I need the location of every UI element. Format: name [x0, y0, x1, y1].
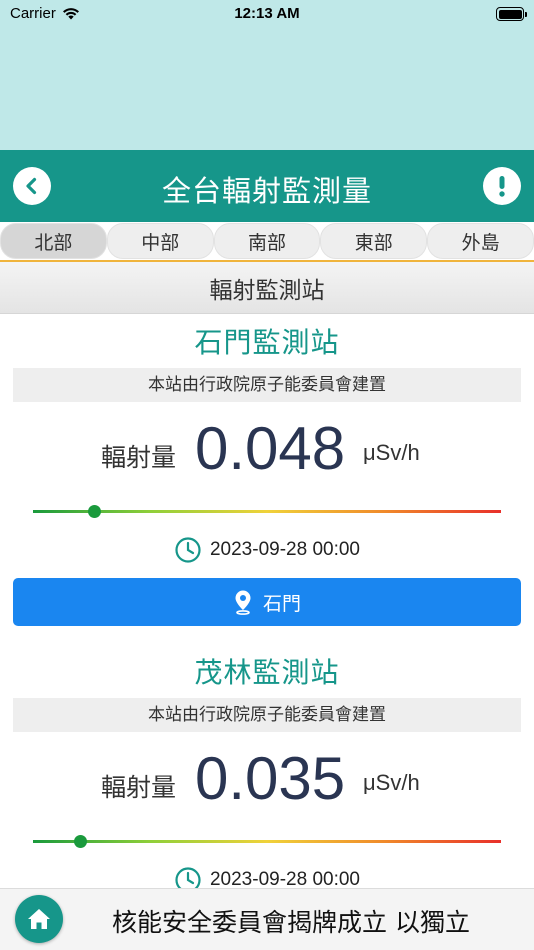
- nav-bar: 全台輻射監測量: [0, 150, 534, 222]
- tab-islands[interactable]: 外島: [427, 223, 534, 259]
- radiation-level-scale: [33, 502, 501, 522]
- station-note: 本站由行政院原子能委員會建置: [13, 368, 521, 402]
- tab-east[interactable]: 東部: [320, 223, 428, 259]
- station-note: 本站由行政院原子能委員會建置: [13, 698, 521, 732]
- tab-north[interactable]: 北部: [0, 223, 107, 259]
- level-indicator: [87, 505, 101, 518]
- radiation-reading: 輻射量 0.048 μSv/h: [13, 402, 521, 502]
- radiation-level-scale: [33, 832, 501, 852]
- radiation-reading: 輻射量 0.035 μSv/h: [13, 732, 521, 832]
- clock-icon: [175, 537, 201, 563]
- scale-gradient-bar: [33, 840, 501, 843]
- station-name: 石門監測站: [194, 326, 340, 359]
- level-indicator: [73, 835, 87, 848]
- reading-value: 0.048: [195, 415, 346, 482]
- tab-central[interactable]: 中部: [106, 223, 214, 259]
- region-tabs: 北部 中部 南部 東部 外島: [0, 222, 534, 260]
- reading-unit: μSv/h: [363, 770, 420, 795]
- info-button[interactable]: [483, 167, 521, 205]
- clock-time: 12:13 AM: [234, 5, 300, 22]
- info-exclamation-icon: [499, 176, 505, 197]
- station-name: 茂林監測站: [194, 656, 340, 689]
- station-card: 石門監測站 本站由行政院原子能委員會建置 輻射量 0.048 μSv/h 202…: [13, 318, 521, 626]
- reading-unit: μSv/h: [363, 440, 420, 465]
- tab-south[interactable]: 南部: [213, 223, 321, 259]
- scale-gradient-bar: [33, 510, 501, 513]
- station-card: 茂林監測站 本站由行政院原子能委員會建置 輻射量 0.035 μSv/h 202…: [13, 648, 521, 908]
- timestamp-text: 2023-09-28 00:00: [209, 539, 360, 560]
- reading-label: 輻射量: [101, 443, 177, 472]
- location-pin-icon: [235, 590, 251, 615]
- home-icon: [28, 909, 50, 929]
- top-banner-area: [0, 30, 534, 150]
- timestamp-row: 2023-09-28 00:00: [13, 522, 521, 578]
- reading-label: 輻射量: [101, 773, 177, 802]
- reading-value: 0.035: [195, 745, 346, 812]
- location-button[interactable]: 石門: [13, 578, 521, 626]
- home-button[interactable]: [15, 895, 63, 943]
- footer-bar: 核能安全委員會揭牌成立 以獨立: [0, 888, 534, 950]
- section-header: 輻射監測站: [0, 262, 534, 314]
- battery-icon: [496, 7, 527, 21]
- location-label: 石門: [262, 592, 301, 615]
- status-bar: Carrier 12:13 AM: [0, 0, 534, 30]
- news-marquee[interactable]: 核能安全委員會揭牌成立 以獨立: [112, 903, 470, 939]
- page-title: 全台輻射監測量: [161, 174, 372, 208]
